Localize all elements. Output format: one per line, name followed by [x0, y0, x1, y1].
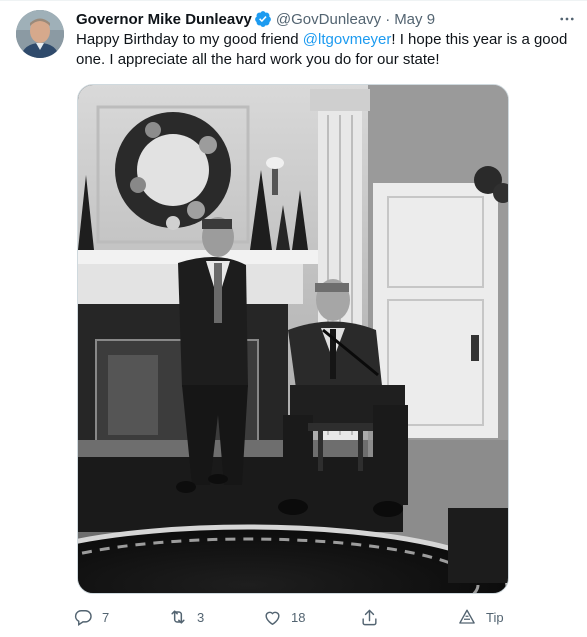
- like-count: 18: [291, 609, 306, 625]
- retweet-button[interactable]: 3: [161, 600, 204, 634]
- mention-link[interactable]: @ltgovmeyer: [303, 31, 392, 48]
- share-icon: [352, 600, 386, 634]
- retweet-icon: [161, 600, 195, 634]
- separator-dot: ·: [385, 10, 391, 28]
- author-name[interactable]: Governor Mike Dunleavy: [76, 11, 252, 28]
- tip-label: Tip: [486, 609, 504, 625]
- author-handle[interactable]: @GovDunleavy: [276, 11, 381, 28]
- like-button[interactable]: 18: [255, 600, 305, 634]
- share-button[interactable]: [352, 600, 386, 634]
- reply-count: 7: [102, 609, 110, 625]
- tweet-date[interactable]: May 9: [394, 11, 435, 28]
- photo-image: [78, 85, 508, 593]
- reply-button[interactable]: 7: [66, 600, 109, 634]
- tweet-photo[interactable]: [77, 84, 509, 594]
- retweet-count: 3: [197, 609, 205, 625]
- tweet: Governor Mike Dunleavy @GovDunleavy · Ma…: [0, 0, 587, 637]
- tweet-header: Governor Mike Dunleavy @GovDunleavy · Ma…: [76, 9, 435, 29]
- avatar-image: [16, 10, 64, 58]
- tip-button[interactable]: Tip: [450, 600, 504, 634]
- verified-badge-icon: [254, 10, 272, 28]
- heart-icon: [255, 600, 289, 634]
- tip-icon: [450, 600, 484, 634]
- tweet-text: Happy Birthday to my good friend @ltgovm…: [76, 30, 576, 70]
- tweet-text-start: Happy Birthday to my good friend: [76, 31, 303, 48]
- avatar[interactable]: [16, 10, 64, 58]
- more-icon[interactable]: [556, 9, 578, 29]
- tweet-actions: 7 3 18 Tip: [66, 600, 506, 634]
- reply-icon: [66, 600, 100, 634]
